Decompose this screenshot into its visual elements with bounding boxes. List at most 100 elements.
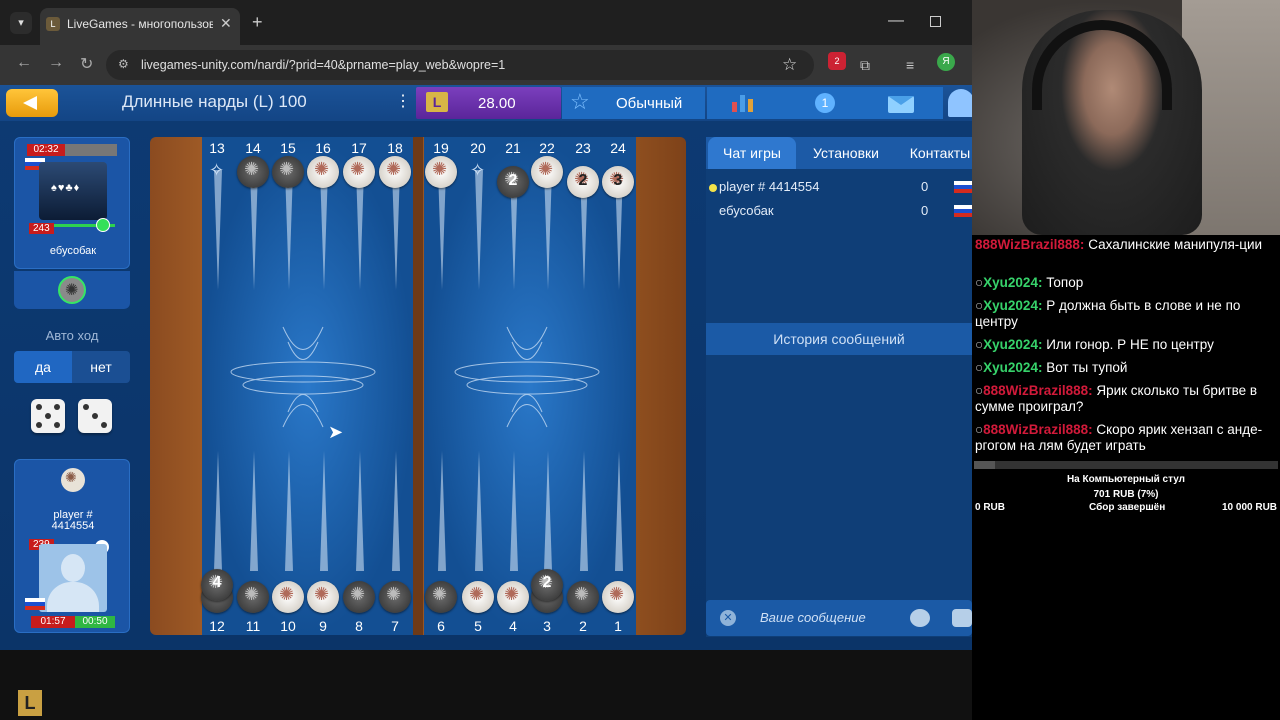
clear-message-icon[interactable]: ✕ <box>720 610 736 626</box>
point-number: 7 <box>391 618 399 634</box>
reading-list-icon[interactable]: ≡ <box>906 57 914 73</box>
tab-contacts[interactable]: Контакты <box>900 137 980 169</box>
board-point[interactable] <box>475 170 483 290</box>
mail-button[interactable] <box>853 87 943 119</box>
reload-icon[interactable]: ↻ <box>80 54 93 74</box>
emoji-icon[interactable] <box>910 609 930 627</box>
tab-game-chat[interactable]: Чат игры <box>708 137 796 169</box>
auto-no-button[interactable]: нет <box>72 351 130 383</box>
message-history-button[interactable]: История сообщений <box>706 323 972 355</box>
bookmark-star-icon[interactable]: ☆ <box>782 55 797 75</box>
site-info-icon[interactable]: ⚙ <box>118 57 129 71</box>
board-point[interactable] <box>285 451 293 571</box>
browser-tab[interactable]: L LiveGames - многопользовате ✕ <box>40 8 240 45</box>
stream-chat-user[interactable]: 888WizBrazil888: <box>975 237 1084 252</box>
stream-chat-user[interactable]: 888WizBrazil888: <box>983 422 1092 437</box>
minimize-icon[interactable]: — <box>888 12 904 30</box>
board-point[interactable] <box>544 170 552 290</box>
stream-chat-user[interactable]: 888WizBrazil888: <box>983 383 1092 398</box>
stream-chat-user[interactable]: Xyu2024: <box>983 298 1042 313</box>
black-checker[interactable] <box>379 581 411 613</box>
message-bar: ✕ Ваше сообщение <box>706 600 972 636</box>
auto-move-label: Авто ход <box>45 328 99 343</box>
chat-player-name: player # 4414554 <box>719 179 820 194</box>
board-point[interactable] <box>250 170 258 290</box>
board-point[interactable] <box>285 170 293 290</box>
address-bar[interactable]: ⚙ livegames-unity.com/nardi/?prid=40&prn… <box>106 50 814 80</box>
board-point[interactable] <box>580 451 588 571</box>
point-number: 16 <box>315 140 331 156</box>
point-number: 17 <box>351 140 367 156</box>
forward-arrow-icon[interactable]: → <box>48 54 64 72</box>
tab-settings[interactable]: Установки <box>802 137 890 169</box>
player-avatar[interactable] <box>39 544 107 612</box>
white-checker[interactable] <box>531 156 563 188</box>
board-point[interactable] <box>544 451 552 571</box>
white-checker[interactable] <box>307 156 339 188</box>
extensions-icon[interactable]: ⧉ <box>860 57 870 74</box>
back-arrow-icon[interactable]: ← <box>16 54 32 72</box>
white-checker[interactable] <box>307 581 339 613</box>
board-point[interactable] <box>438 170 446 290</box>
black-checker[interactable] <box>343 581 375 613</box>
board-point[interactable] <box>356 451 364 571</box>
board-point[interactable] <box>392 451 400 571</box>
stream-chat-user[interactable]: Xyu2024: <box>983 275 1042 290</box>
profile-avatar[interactable]: Я <box>937 53 955 71</box>
board-point[interactable] <box>320 170 328 290</box>
stream-chat-user[interactable]: Xyu2024: <box>983 360 1042 375</box>
white-checker[interactable] <box>272 581 304 613</box>
white-checker[interactable] <box>379 156 411 188</box>
chat-player-row[interactable]: player # 4414554 0 <box>706 179 974 201</box>
message-input[interactable]: Ваше сообщение <box>760 610 866 625</box>
black-checker[interactable] <box>425 581 457 613</box>
info-button[interactable]: 1 <box>775 87 853 119</box>
tab-search-menu-icon[interactable]: ▾ <box>10 12 32 34</box>
board-point[interactable] <box>438 451 446 571</box>
black-checker[interactable] <box>272 156 304 188</box>
board-point[interactable] <box>615 451 623 571</box>
auto-move-toggle[interactable]: да нет <box>14 351 130 383</box>
opponent-avatar[interactable] <box>39 162 107 220</box>
tab-close-icon[interactable]: ✕ <box>220 15 232 32</box>
board-point[interactable] <box>510 451 518 571</box>
board-point[interactable] <box>392 170 400 290</box>
white-checker[interactable] <box>602 581 634 613</box>
donation-goal-title: На Компьютерный стул <box>1066 474 1186 485</box>
send-message-icon[interactable] <box>952 609 972 627</box>
user-profile-icon[interactable] <box>948 89 974 117</box>
white-checker[interactable] <box>462 581 494 613</box>
black-checker[interactable] <box>567 581 599 613</box>
more-menu-icon[interactable]: ⋮ <box>395 91 411 111</box>
board-point[interactable] <box>250 451 258 571</box>
chat-player-row[interactable]: ебусобак 0 <box>706 203 974 225</box>
point-number: 10 <box>280 618 296 634</box>
url-text[interactable]: livegames-unity.com/nardi/?prid=40&prnam… <box>141 58 505 72</box>
maximize-icon[interactable] <box>930 16 941 27</box>
white-checker[interactable] <box>497 581 529 613</box>
board-point[interactable] <box>320 451 328 571</box>
board-point[interactable] <box>356 170 364 290</box>
back-button[interactable] <box>6 89 58 117</box>
die-five-icon[interactable] <box>31 399 65 433</box>
die-three-icon[interactable] <box>78 399 112 433</box>
auto-yes-button[interactable]: да <box>14 351 72 383</box>
black-checker[interactable] <box>237 156 269 188</box>
extension-badge-icon[interactable]: 2 <box>828 52 846 70</box>
stream-chat-message: ○Xyu2024: Топор <box>975 275 1277 291</box>
stream-chat-user[interactable]: Xyu2024: <box>983 337 1042 352</box>
board-point[interactable] <box>214 170 222 290</box>
board-point[interactable] <box>214 451 222 571</box>
board-point[interactable] <box>475 451 483 571</box>
chat-panel: Чат игры Установки Контакты player # 441… <box>706 137 974 637</box>
donation-progress-bar <box>974 461 1278 469</box>
white-checker[interactable] <box>425 156 457 188</box>
player-total-time: 01:57 <box>31 616 75 628</box>
black-checker[interactable] <box>237 581 269 613</box>
new-tab-icon[interactable]: + <box>252 12 263 33</box>
balance-button[interactable]: L 28.00 <box>416 87 561 119</box>
player-name: player # 4414554 <box>51 509 95 532</box>
white-checker[interactable] <box>343 156 375 188</box>
mode-button[interactable]: ☆ Обычный <box>562 87 705 119</box>
point-number: 12 <box>209 618 225 634</box>
